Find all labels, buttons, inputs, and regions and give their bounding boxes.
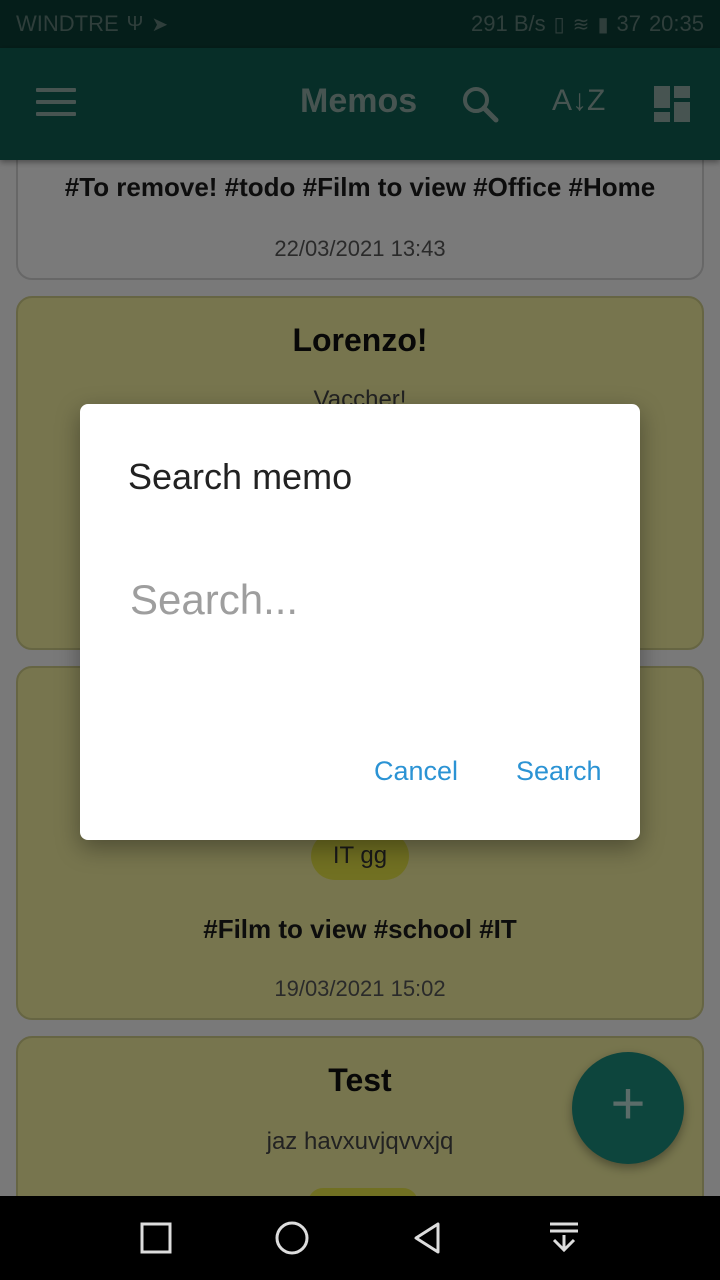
back-icon[interactable]	[408, 1218, 448, 1258]
recent-apps-icon[interactable]	[136, 1218, 176, 1258]
notification-pull-icon[interactable]	[544, 1218, 584, 1258]
search-input[interactable]	[128, 564, 592, 636]
home-icon[interactable]	[272, 1218, 312, 1258]
dialog-title: Search memo	[128, 456, 353, 497]
search-button[interactable]: Search	[516, 756, 602, 787]
search-dialog: Search memo Cancel Search	[80, 404, 640, 840]
system-nav-bar	[0, 1196, 720, 1280]
cancel-button[interactable]: Cancel	[374, 756, 458, 787]
